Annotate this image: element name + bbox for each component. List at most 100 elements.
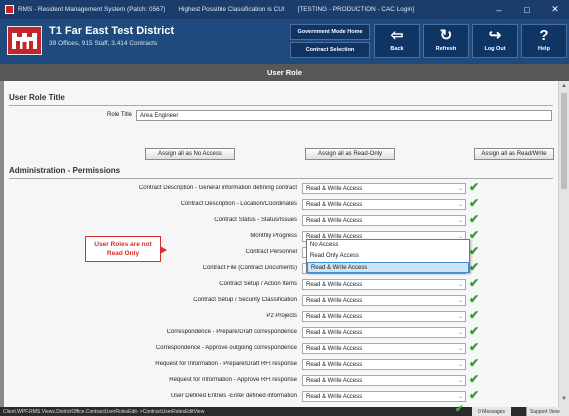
permission-access-value: Read & Write Access <box>306 330 363 336</box>
chevron-down-icon: ⌄ <box>457 282 463 288</box>
minimize-button[interactable]: – <box>485 0 513 19</box>
permission-access-select[interactable]: Read & Write Access ⌄ <box>302 343 466 354</box>
permission-access-value: Read & Write Access <box>306 314 363 320</box>
check-mark-icon: ✔ <box>469 308 480 322</box>
user-role-title-heading: User Role Title <box>9 93 65 102</box>
status-check-icon: ✔ <box>455 404 464 415</box>
assign-all-read-write-button[interactable]: Assign all as Read/Write <box>474 148 554 160</box>
scroll-up-icon[interactable]: ▲ <box>561 83 567 89</box>
check-mark-icon: ✔ <box>469 388 480 402</box>
logout-icon: ↪ <box>488 27 502 44</box>
dropdown-option-read-only[interactable]: Read Only Access <box>307 251 469 262</box>
log-out-button[interactable]: ↪ Log Out <box>472 24 518 58</box>
check-mark-icon: ✔ <box>469 292 480 306</box>
assign-all-no-access-button[interactable]: Assign all as No Access <box>145 148 235 160</box>
annotation-text: User Roles are not Read Only <box>94 241 152 257</box>
permission-access-value: Read & Write Access <box>306 186 363 192</box>
permission-row: User Defined Entries -Enter defined info… <box>4 388 558 405</box>
maximize-button[interactable]: □ <box>513 0 541 19</box>
permission-row: Correspondence - Prepare/Draft correspon… <box>4 324 558 341</box>
chevron-down-icon: ⌄ <box>457 298 463 304</box>
help-icon: ? <box>539 27 549 44</box>
permission-access-value: Read & Write Access <box>306 346 363 352</box>
classification-text: Highest Possible Classification is CUI <box>178 6 285 13</box>
access-level-dropdown-list[interactable]: No Access Read Only Access Read & Write … <box>306 239 470 273</box>
view-path: Client.WPF.RMS.Views.DistrictOffice.Cont… <box>3 408 205 415</box>
chevron-down-icon: ⌄ <box>457 218 463 224</box>
support-view-button[interactable]: Support View <box>526 407 569 416</box>
back-label: Back <box>390 46 404 52</box>
window-title: RMS - Resident Management System (Patch:… <box>18 6 166 13</box>
permission-access-select[interactable]: Read & Write Access ⌄ <box>302 311 466 322</box>
permission-access-value: Read & Write Access <box>306 202 363 208</box>
dropdown-option-read-write[interactable]: Read & Write Access <box>307 262 469 273</box>
check-mark-icon: ✔ <box>469 212 480 226</box>
help-button[interactable]: ? Help <box>521 24 567 58</box>
check-mark-icon: ✔ <box>469 196 480 210</box>
check-mark-icon: ✔ <box>469 244 480 258</box>
check-mark-icon: ✔ <box>469 324 480 338</box>
permission-access-select[interactable]: Read & Write Access ⌄ <box>302 391 466 402</box>
chevron-down-icon: ⌄ <box>457 202 463 208</box>
chevron-down-icon: ⌄ <box>457 186 463 192</box>
dropdown-option-no-access[interactable]: No Access <box>307 240 469 251</box>
section-divider <box>9 105 553 106</box>
permission-access-select[interactable]: Read & Write Access ⌄ <box>302 183 466 194</box>
permission-row: Contract File (Contract Documents) Read &… <box>4 260 558 277</box>
permission-label: Request for Information - Approve RFI re… <box>169 377 297 383</box>
permission-label: Contract Description - Location/Coordina… <box>180 201 297 207</box>
annotation-callout: User Roles are not Read Only <box>85 236 167 262</box>
check-mark-icon: ✔ <box>469 228 480 242</box>
permission-label: P2 Projects <box>266 313 297 319</box>
permission-access-select[interactable]: Read & Write Access ⌄ <box>302 279 466 290</box>
permission-access-select[interactable]: Read & Write Access ⌄ <box>302 327 466 338</box>
permission-row: Contract Status - Status/Issues Read & Wr… <box>4 212 558 229</box>
page-title: User Role <box>0 64 569 81</box>
chevron-down-icon: ⌄ <box>457 314 463 320</box>
check-mark-icon: ✔ <box>469 180 480 194</box>
org-summary: 39 Offices, 915 Staff, 3,414 Contracts <box>49 40 158 47</box>
window-title-bar: RMS - Resident Management System (Patch:… <box>0 0 569 19</box>
check-mark-icon: ✔ <box>469 276 480 290</box>
permission-access-select[interactable]: Read & Write Access ⌄ <box>302 295 466 306</box>
permission-row: Contract Setup / Security Classification… <box>4 292 558 309</box>
permission-label: Correspondence - Prepare/Draft correspon… <box>166 329 297 335</box>
permission-access-value: Read & Write Access <box>306 362 363 368</box>
scrollbar-thumb[interactable] <box>561 93 567 189</box>
messages-button[interactable]: 0 Messages <box>472 407 511 416</box>
role-title-label: Role Title <box>106 112 132 118</box>
org-name: T1 Far East Test District <box>49 25 175 37</box>
assign-all-read-only-button[interactable]: Assign all as Read-Only <box>305 148 395 160</box>
permission-row: P2 Projects Read & Write Access ⌄ ✔ <box>4 308 558 325</box>
chevron-down-icon: ⌄ <box>457 346 463 352</box>
permission-access-select[interactable]: Read & Write Access ⌄ <box>302 199 466 210</box>
permission-label: Contract Setup / Security Classification <box>193 297 297 303</box>
main-content: User Role Title Role Title Area Engineer… <box>4 81 558 407</box>
permission-label: Contract Status - Status/Issues <box>214 217 297 223</box>
contract-selection-button[interactable]: Contract Selection <box>290 42 370 58</box>
role-title-input[interactable]: Area Engineer <box>136 110 552 121</box>
check-mark-icon: ✔ <box>469 372 480 386</box>
check-mark-icon: ✔ <box>469 340 480 354</box>
back-button[interactable]: ⇦ Back <box>374 24 420 58</box>
permission-access-value: Read & Write Access <box>306 394 363 400</box>
permission-label: Contract Description - General informati… <box>138 185 297 191</box>
chevron-down-icon: ⌄ <box>457 394 463 400</box>
castle-logo-icon <box>7 26 42 55</box>
close-button[interactable]: ✕ <box>541 0 569 19</box>
government-mode-home-button[interactable]: Government Mode Home <box>290 24 370 40</box>
permission-row: Contract Description - Location/Coordina… <box>4 196 558 213</box>
permission-label: Contract File (Contract Documents) <box>202 265 297 271</box>
permission-access-value: Read & Write Access <box>306 282 363 288</box>
refresh-button[interactable]: ↻ Refresh <box>423 24 469 58</box>
log-out-label: Log Out <box>484 46 506 52</box>
check-mark-icon: ✔ <box>469 260 480 274</box>
permission-label: Correspondence - Approve outgoing corres… <box>155 345 297 351</box>
permission-access-select[interactable]: Read & Write Access ⌄ <box>302 359 466 370</box>
vertical-scrollbar[interactable]: ▲ ▼ <box>558 81 569 407</box>
scroll-down-icon[interactable]: ▼ <box>561 396 567 402</box>
callout-arrow-icon <box>160 246 167 254</box>
permission-access-select[interactable]: Read & Write Access ⌄ <box>302 215 466 226</box>
administration-permissions-heading: Administration - Permissions <box>9 166 121 175</box>
permission-access-select[interactable]: Read & Write Access ⌄ <box>302 375 466 386</box>
